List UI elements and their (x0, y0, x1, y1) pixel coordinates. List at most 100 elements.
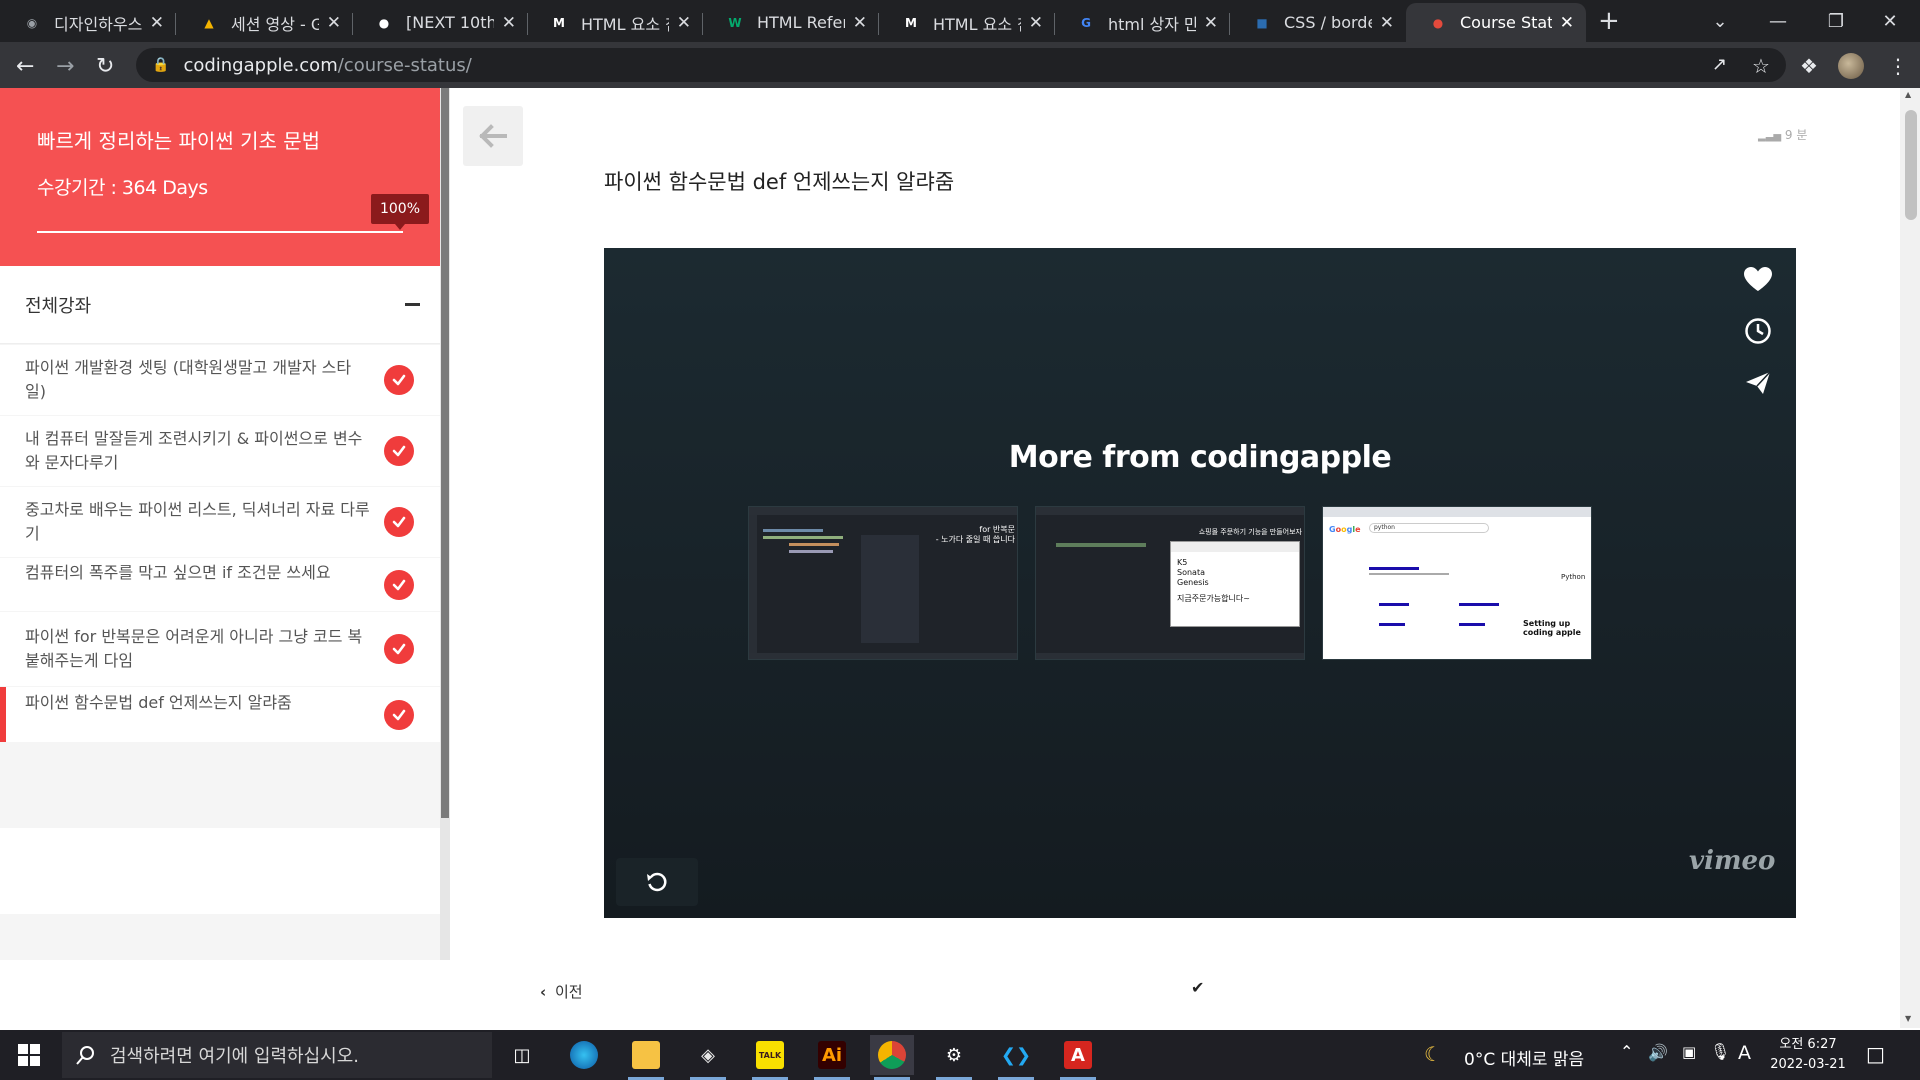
complete-check-icon[interactable]: ✔ (1191, 978, 1204, 997)
browser-toolbar: ← → ↻ 🔒 codingapple.com/course-status/ ↗… (0, 42, 1920, 88)
close-tab-icon[interactable]: ✕ (502, 13, 516, 33)
new-tab-button[interactable]: + (1598, 6, 1620, 36)
tray-chevron-icon[interactable]: ⌃ (1620, 1042, 1633, 1061)
duration-text: 9 분 (1784, 128, 1808, 142)
browser-tab[interactable]: ▲ 세션 영상 - Go ✕ (177, 3, 353, 42)
browser-bar (1323, 507, 1591, 517)
collapse-icon[interactable] (405, 303, 420, 306)
completed-check-icon (384, 507, 414, 537)
apple-icon: ● (1432, 15, 1444, 30)
settings-icon-glyph: ⚙ (945, 1044, 963, 1066)
video-thumbnail-1[interactable]: for 반복문 - 노가다 줄일 때 씁니다 (748, 506, 1018, 660)
lesson-item[interactable]: 컴퓨터의 폭주를 막고 싶으면 if 조건문 쓰세요 (0, 558, 440, 611)
watch-later-button[interactable] (1737, 310, 1779, 352)
result-snippet (1369, 573, 1449, 575)
notification-icon[interactable]: □ (1866, 1042, 1885, 1066)
close-tab-icon[interactable]: ✕ (1380, 13, 1394, 33)
bookmark-star-icon[interactable]: ☆ (1752, 54, 1770, 78)
browser-tab[interactable]: Ghtml 상자 만들 ✕ (1054, 3, 1230, 42)
close-tab-icon[interactable]: ✕ (1560, 13, 1574, 33)
video-player[interactable]: More from codingapple for 반복문 - 노가다 줄일 때… (604, 248, 1796, 918)
alert-popup: K5 Sonata Genesis 지금주문가능합니다~ (1170, 541, 1300, 627)
back-button[interactable] (463, 106, 523, 166)
lesson-item[interactable]: 중고차로 배우는 파이썬 리스트, 딕셔너리 자료 다루기 (0, 487, 440, 557)
weather-text[interactable]: 0°C 대체로 맑음 (1464, 1045, 1584, 1070)
share-icon[interactable]: ↗ (1712, 54, 1727, 75)
extensions-icon[interactable]: ❖ (1800, 54, 1818, 78)
browser-menu-icon[interactable]: ⋮ (1888, 54, 1908, 78)
minimize-icon[interactable]: — (1748, 0, 1808, 42)
search-placeholder: 검색하려면 여기에 입력하십시오. (110, 1046, 360, 1067)
close-tab-icon[interactable]: ✕ (1029, 13, 1043, 33)
close-tab-icon[interactable]: ✕ (677, 13, 691, 33)
file-explorer-icon-glyph (632, 1041, 660, 1069)
browser-tab[interactable]: ● Course Status ✕ (1406, 3, 1586, 42)
illustrator-icon[interactable]: Ai (810, 1035, 854, 1080)
profile-avatar[interactable] (1838, 53, 1864, 79)
scroll-down-icon[interactable]: ▼ (1905, 1014, 1911, 1023)
lesson-item[interactable]: 내 컴퓨터 말잘듣게 조련시키기 & 파이썬으로 변수와 문자다루기 (0, 416, 440, 486)
popup-item: 지금주문가능합니다~ (1177, 594, 1250, 603)
course-title: 빠르게 정리하는 파이썬 기초 문법 (37, 129, 321, 153)
windows-start-icon[interactable] (18, 1044, 40, 1066)
forward-nav-icon[interactable]: → (56, 54, 74, 79)
reload-icon[interactable]: ↻ (96, 54, 114, 79)
lesson-item[interactable]: 파이썬 함수문법 def 언제쓰는지 알랴줌 (0, 687, 440, 742)
previous-lesson-link[interactable]: ‹ 이전 (540, 981, 583, 1002)
vimeo-logo[interactable]: vimeo (1689, 846, 1775, 876)
chrome-icon[interactable] (870, 1035, 914, 1080)
close-tab-icon[interactable]: ✕ (1204, 13, 1218, 33)
close-tab-icon[interactable]: ✕ (327, 13, 341, 33)
taskbar-search[interactable]: 검색하려면 여기에 입력하십시오. (62, 1032, 492, 1078)
replay-icon (647, 872, 667, 892)
code-line (789, 543, 839, 546)
close-tab-icon[interactable]: ✕ (150, 13, 164, 33)
browser-tab[interactable]: W HTML Referenc ✕ (703, 3, 879, 42)
kakaotalk-icon[interactable]: TALK (748, 1035, 792, 1080)
edge-icon[interactable] (562, 1035, 606, 1075)
progress-badge: 100% (371, 194, 429, 230)
browser-tab[interactable]: M HTML 요소 참 ✕ (527, 3, 703, 42)
network-icon[interactable]: ▣ (1682, 1043, 1696, 1061)
sidebar-scroll-thumb[interactable] (441, 88, 449, 818)
restore-icon[interactable]: ❐ (1806, 0, 1866, 42)
browser-tab[interactable]: ■ CSS / border ✕ (1230, 3, 1406, 42)
page-scroll-thumb[interactable] (1905, 110, 1917, 220)
file-explorer-icon[interactable] (624, 1035, 668, 1080)
tab-search-icon[interactable]: ⌄ (1690, 0, 1750, 42)
share-button[interactable] (1737, 362, 1779, 404)
video-thumbnail-2[interactable]: 쇼핑몰 주문하기 기능을 만들어보자 K5 Sonata Genesis 지금주… (1035, 506, 1305, 660)
ime-indicator[interactable]: A (1738, 1042, 1751, 1064)
browser-tab[interactable]: M HTML 요소 참 ✕ (879, 3, 1055, 42)
close-tab-icon[interactable]: ✕ (853, 13, 867, 33)
side-panel-title: Python (1561, 573, 1586, 581)
editor-statusbar (1036, 653, 1304, 659)
browser-tab[interactable]: ● [NEXT 10th Ad ✕ (352, 3, 528, 42)
browser-tab[interactable]: ◉ 디자인하우스 ✕ (0, 3, 176, 42)
microphone-icon[interactable]: 🎙 (1710, 1042, 1730, 1061)
replay-button[interactable] (616, 858, 698, 906)
task-view-icon[interactable]: ◫ (500, 1035, 544, 1075)
settings-icon[interactable]: ⚙ (932, 1035, 976, 1080)
sidebar-scrollbar[interactable] (440, 88, 450, 960)
all-lectures-toggle[interactable]: 전체강좌 (0, 266, 440, 344)
volume-icon[interactable]: 🔊 (1648, 1043, 1668, 1062)
weather-moon-icon[interactable]: ☾ (1424, 1042, 1442, 1066)
lesson-item[interactable]: 파이썬 for 반복문은 어려운게 아니라 그냥 코드 복붙해주는게 다임 (0, 612, 440, 686)
acrobat-icon[interactable]: A (1056, 1035, 1100, 1080)
tooltip-panel (861, 535, 919, 643)
paint-icon[interactable]: ◈ (686, 1035, 730, 1080)
taskbar-clock[interactable]: 오전 6:27 2022-03-21 (1758, 1035, 1858, 1075)
lesson-item[interactable]: 파이썬 개발환경 셋팅 (대학원생말고 개발자 스타일) (0, 345, 440, 415)
back-nav-icon[interactable]: ← (16, 54, 34, 79)
acrobat-icon-glyph: A (1064, 1041, 1092, 1069)
result-link (1369, 567, 1419, 570)
paper-plane-icon (1746, 371, 1771, 394)
scroll-up-icon[interactable]: ▲ (1905, 90, 1911, 99)
like-button[interactable] (1737, 258, 1779, 300)
page-scrollbar[interactable]: ▲ ▼ (1900, 88, 1920, 1028)
close-window-icon[interactable]: ✕ (1860, 0, 1920, 42)
address-bar[interactable]: 🔒 codingapple.com/course-status/ (136, 48, 1786, 82)
vscode-icon[interactable]: ❮❯ (994, 1035, 1038, 1080)
video-thumbnail-3[interactable]: Google python Python Setting up coding a… (1322, 506, 1592, 660)
